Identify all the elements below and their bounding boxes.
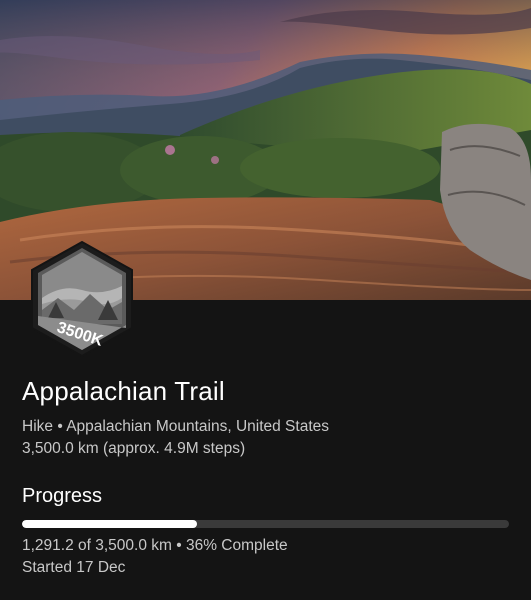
progress-heading: Progress xyxy=(22,485,103,507)
progress-summary: 1,291.2 of 3,500.0 km • 36% Complete xyxy=(22,537,288,554)
progress-stats: 1,291.2 of 3,500.0 km • 36% Complete Sta… xyxy=(22,535,288,579)
progress-bar xyxy=(22,520,509,528)
mountain-badge-icon: 3500K xyxy=(31,240,133,358)
trail-info: Appalachian Trail Hike • Appalachian Mou… xyxy=(22,376,510,460)
trail-distance: 3,500.0 km (approx. 4.9M steps) xyxy=(22,440,246,457)
progress-started-date: Started 17 Dec xyxy=(22,559,126,576)
trail-title: Appalachian Trail xyxy=(22,376,225,406)
progress-bar-fill xyxy=(22,520,198,528)
trail-type-location: Hike • Appalachian Mountains, United Sta… xyxy=(22,418,329,435)
trail-badge: 3500K xyxy=(28,240,136,358)
